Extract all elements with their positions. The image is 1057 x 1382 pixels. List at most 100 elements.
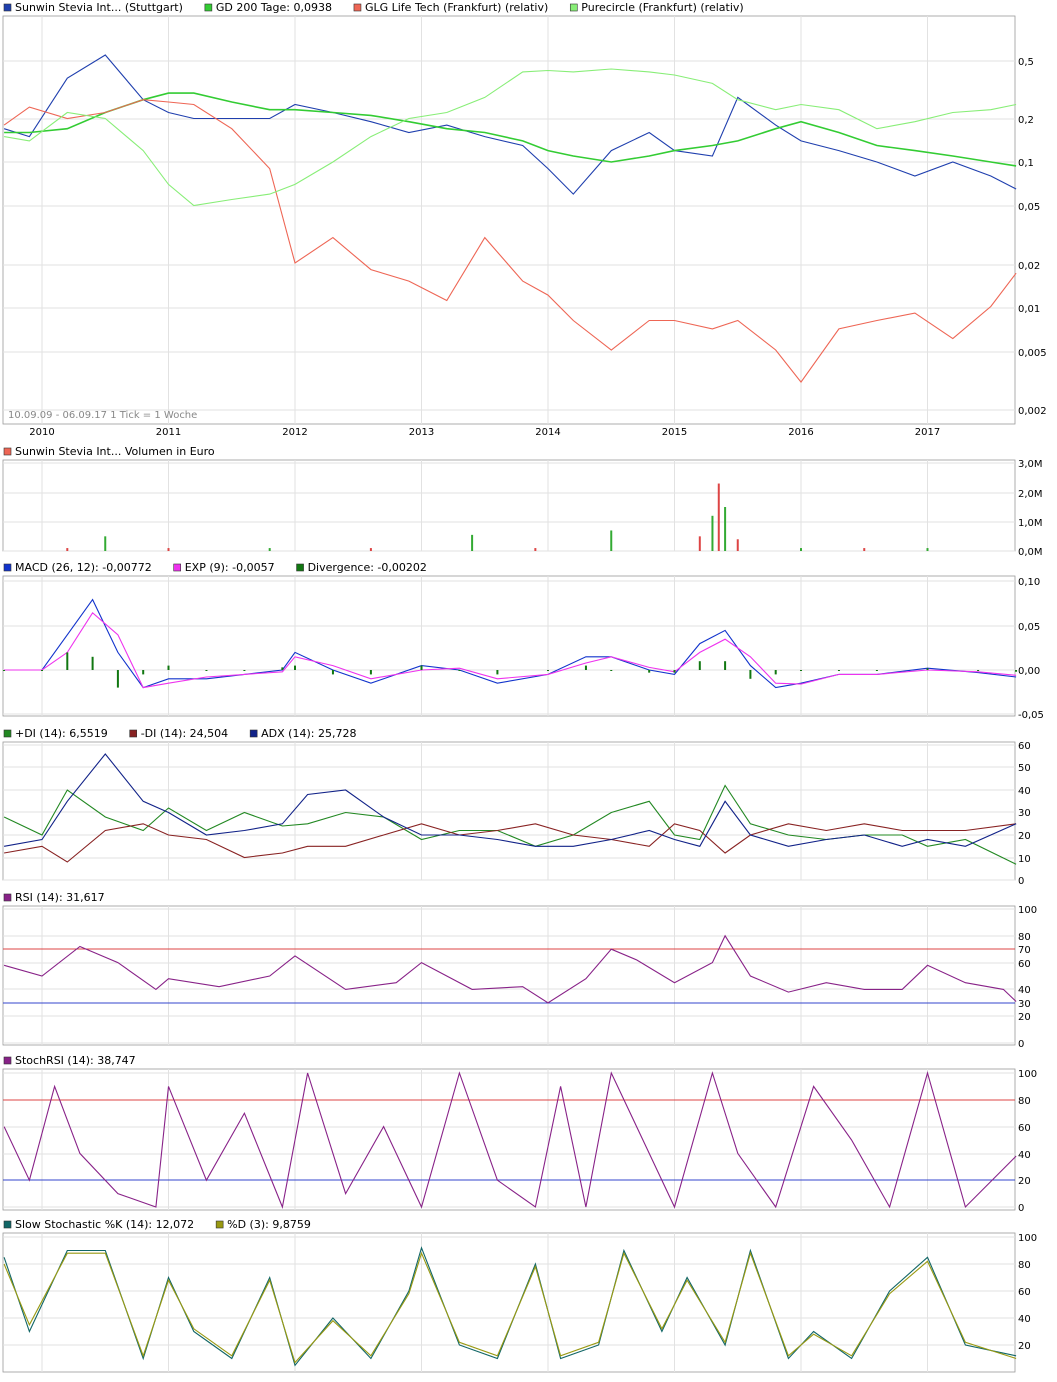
y-tick-label: 0,5 (1018, 57, 1034, 68)
y-tick-label: 20 (1018, 1341, 1031, 1352)
divergence-bar (205, 670, 208, 671)
legend-label: EXP (9): -0,0057 (185, 561, 275, 574)
series-line (3, 934, 1017, 1004)
y-tick-label: 30 (1018, 808, 1031, 819)
volume-bar (534, 548, 537, 551)
divergence-bar (648, 670, 651, 673)
threshold-label: 80 (1018, 1096, 1031, 1107)
divergence-bar (41, 670, 43, 671)
y-tick-label: 60 (1018, 1123, 1031, 1134)
stock-chart: Sunwin Stevia Int... (Stuttgart) GD 200 T… (2, 1, 1047, 1373)
divergence-bar (673, 670, 676, 673)
divergence-bar (91, 656, 94, 670)
panel-volume (2, 447, 1016, 552)
y-tick-label: 0,00 (1018, 666, 1040, 677)
series-line (4, 611, 1017, 689)
volume-bar (711, 515, 714, 551)
y-tick-label: 100 (1018, 905, 1037, 916)
x-tick-label: 2015 (662, 427, 687, 438)
series-line (3, 784, 1017, 865)
y-tick-label: 0,05 (1018, 622, 1040, 633)
x-tick-label: 2016 (788, 427, 813, 438)
y-tick-label: 0,10 (1018, 577, 1040, 588)
y-tick-label: 0 (1018, 1039, 1024, 1050)
y-tick-label: 0,005 (1018, 348, 1047, 359)
divergence-bar (66, 652, 69, 670)
y-tick-label: 0 (1018, 876, 1024, 887)
series-line (4, 68, 1017, 207)
divergence-bar (369, 670, 372, 675)
divergence-bar (243, 670, 246, 671)
volume-bar (610, 530, 613, 551)
divergence-bar (774, 670, 777, 675)
legend-label: RSI (14): 31,617 (15, 891, 105, 904)
legend-label: Slow Stochastic %K (14): 12,072 (15, 1218, 194, 1231)
legend-label: MACD (26, 12): -0,00772 (15, 561, 152, 574)
legend-swatch (215, 1220, 224, 1229)
date-range-note: 10.09.09 - 06.09.17 1 Tick = 1 Woche (8, 410, 197, 421)
y-tick-label: 0 (1018, 1203, 1024, 1214)
volume-bar (268, 548, 271, 551)
y-tick-label: 20 (1018, 831, 1031, 842)
legend-swatch (3, 1056, 12, 1065)
volume-bar (724, 507, 727, 551)
y-tick-label: 60 (1018, 1287, 1031, 1298)
volume-bar (717, 483, 720, 551)
divergence-bar (724, 661, 727, 670)
divergence-bar (458, 670, 461, 671)
y-tick-label: 10 (1018, 854, 1031, 865)
y-tick-label: 0,05 (1018, 202, 1040, 213)
y-tick-label: -0,05 (1018, 710, 1044, 721)
y-tick-label: 50 (1018, 763, 1031, 774)
panel-frame (2, 575, 1016, 717)
panel-frame (2, 1232, 1016, 1373)
x-tick-label: 2017 (915, 427, 940, 438)
panel-rsi (2, 893, 1016, 1046)
volume-bar (471, 534, 474, 551)
divergence-bar (610, 670, 613, 671)
series-line (3, 54, 1017, 195)
divergence-bar (584, 665, 587, 670)
divergence-bar (116, 670, 119, 688)
y-tick-label: 40 (1018, 1314, 1031, 1325)
volume-bar (863, 548, 866, 551)
volume-bar (698, 536, 701, 551)
y-tick-label: 3,0M (1018, 459, 1043, 470)
threshold-label: 30 (1018, 999, 1031, 1010)
x-tick-label: 2013 (409, 427, 434, 438)
volume-bar (66, 548, 69, 551)
legend-label: Divergence: -0,00202 (308, 561, 427, 574)
divergence-bar (749, 670, 752, 679)
panel-frame (2, 15, 1016, 425)
divergence-bar (698, 661, 701, 670)
series-line (3, 1246, 1017, 1367)
legend-swatch (3, 447, 12, 456)
legend-swatch (3, 893, 12, 902)
y-tick-label: 80 (1018, 1260, 1031, 1271)
legend-swatch (296, 563, 304, 572)
legend-label: StochRSI (14): 38,747 (15, 1054, 136, 1067)
y-tick-label: 0,2 (1018, 115, 1034, 126)
panel-frame (2, 741, 1016, 881)
legend-label: Sunwin Stevia Int... (Stuttgart) (15, 1, 183, 14)
legend-label: %D (3): 9,8759 (227, 1218, 311, 1231)
divergence-bar (281, 667, 284, 670)
panel-frame (2, 905, 1016, 1046)
panel-price (2, 3, 1016, 425)
legend-swatch (249, 729, 258, 738)
y-tick-label: 40 (1018, 786, 1031, 797)
volume-bar (926, 548, 929, 551)
series-line (3, 1251, 1017, 1364)
legend-swatch (173, 563, 182, 572)
divergence-bar (977, 670, 980, 671)
legend-swatch (3, 1220, 12, 1229)
y-tick-label: 60 (1018, 959, 1031, 970)
x-tick-label: 2011 (156, 427, 181, 438)
y-tick-label: 1,0M (1018, 518, 1043, 529)
y-tick-label: 40 (1018, 985, 1031, 996)
legend-label: GD 200 Tage: 0,0938 (216, 1, 332, 14)
y-tick-label: 2,0M (1018, 489, 1043, 500)
y-tick-label: 0,002 (1018, 406, 1047, 417)
legend-label: Purecircle (Frankfurt) (relativ) (581, 1, 743, 14)
volume-bar (167, 548, 170, 551)
